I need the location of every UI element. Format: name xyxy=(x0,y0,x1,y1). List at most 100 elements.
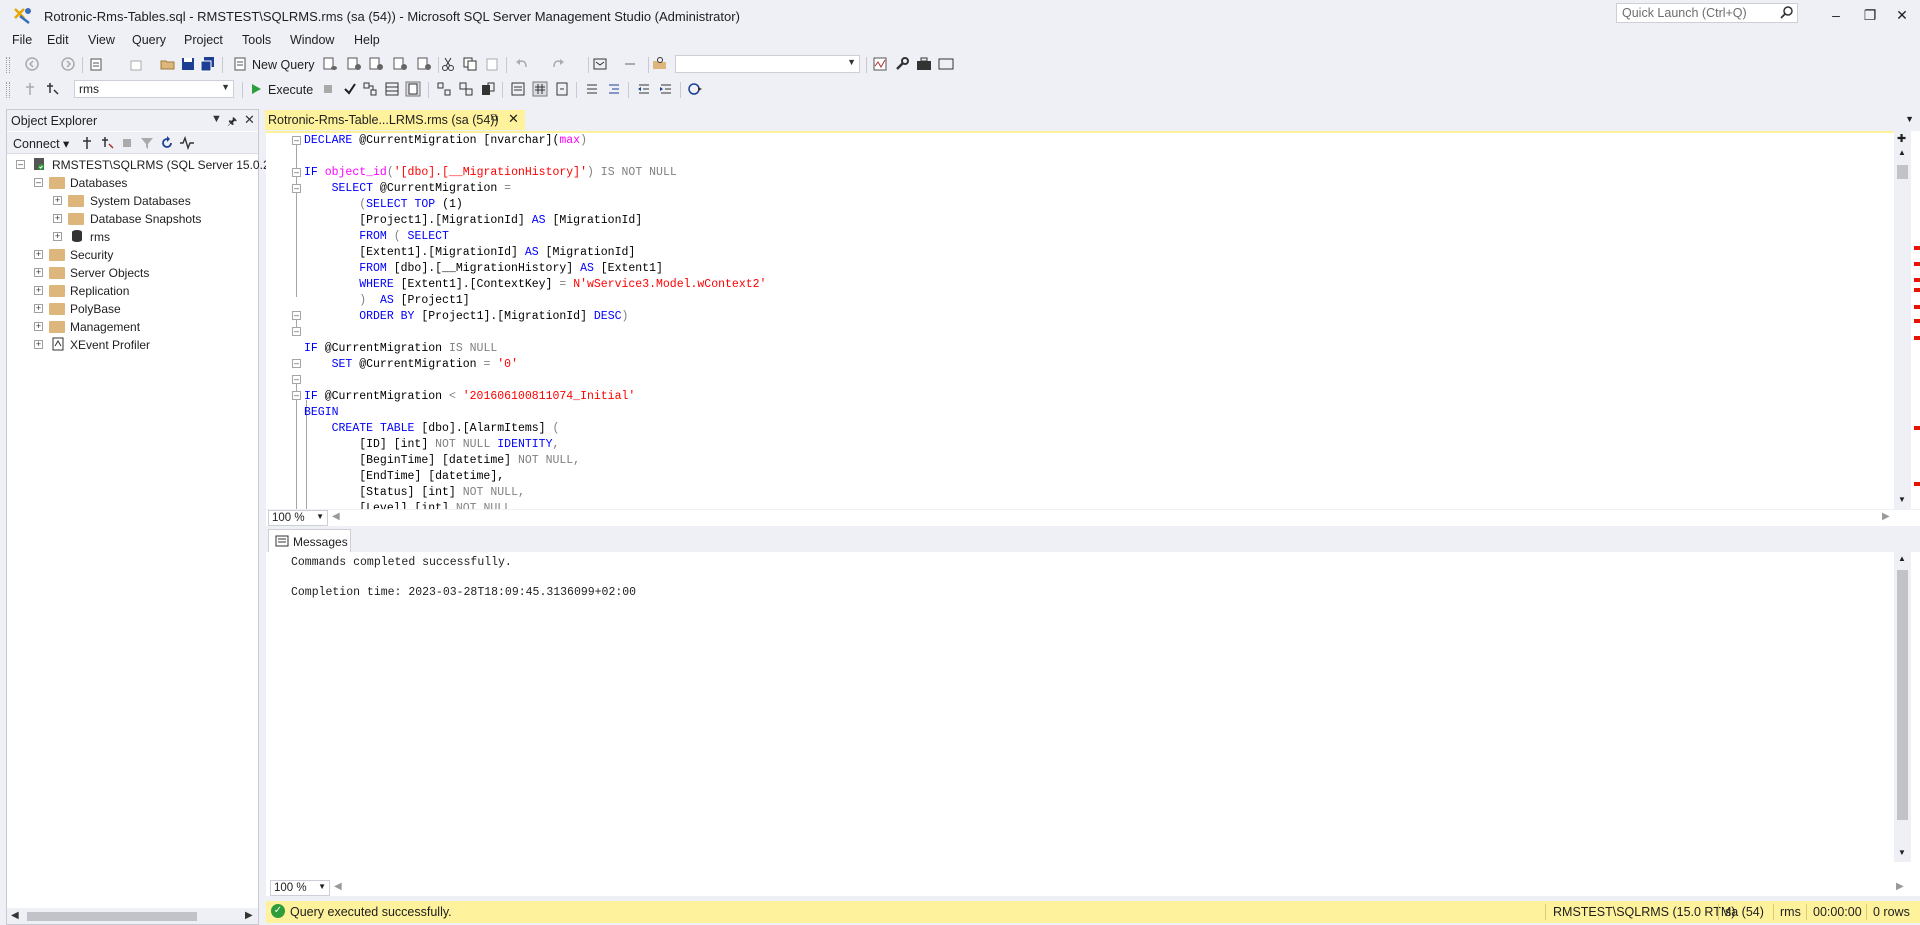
error-marker[interactable] xyxy=(1914,262,1920,266)
copy-icon[interactable] xyxy=(462,56,478,72)
database-engine-query-icon[interactable] xyxy=(322,56,338,72)
redo-icon[interactable] xyxy=(550,56,566,72)
results-to-grid-icon[interactable] xyxy=(532,81,548,97)
tab-messages[interactable]: Messages xyxy=(268,529,351,552)
undo-icon[interactable] xyxy=(514,56,530,72)
collapse-region-icon[interactable]: – xyxy=(292,168,301,177)
add-item-icon[interactable] xyxy=(128,56,144,72)
change-connection-icon[interactable] xyxy=(44,81,60,97)
expand-icon[interactable]: + xyxy=(53,196,62,205)
panel-menu-chevron-icon[interactable]: ▼ xyxy=(211,113,222,125)
disconnect-icon[interactable] xyxy=(99,135,115,151)
collapse-icon[interactable]: – xyxy=(34,178,43,187)
xmla-query-icon[interactable] xyxy=(416,56,432,72)
expand-icon[interactable]: + xyxy=(34,322,43,331)
paste-icon[interactable] xyxy=(484,56,500,72)
error-marker[interactable] xyxy=(1914,288,1920,292)
collapse-region-icon[interactable]: – xyxy=(292,136,301,145)
available-databases-combo[interactable]: rms ▼ xyxy=(74,80,234,98)
display-estimated-plan-icon[interactable] xyxy=(362,81,378,97)
collapse-region-icon[interactable]: – xyxy=(292,311,301,320)
collapse-region-icon[interactable]: – xyxy=(292,359,301,368)
client-statistics-icon[interactable] xyxy=(480,81,496,97)
editor-vertical-scrollbar[interactable]: ✚ ▲ ▼ xyxy=(1894,131,1911,509)
expand-icon[interactable]: + xyxy=(34,250,43,259)
menu-tools[interactable]: Tools xyxy=(242,33,271,47)
close-window-button[interactable]: ✕ xyxy=(1888,4,1916,26)
parse-checkmark-icon[interactable] xyxy=(342,81,358,97)
error-marker[interactable] xyxy=(1914,246,1920,250)
window-layout-icon[interactable] xyxy=(938,56,954,72)
new-query-icon[interactable] xyxy=(232,56,248,72)
scroll-right-icon[interactable]: ▶ xyxy=(1896,881,1904,892)
restore-button[interactable]: ❐ xyxy=(1856,4,1884,26)
intellisense-icon[interactable] xyxy=(405,81,421,97)
toolbar-grip[interactable] xyxy=(6,82,10,98)
error-marker[interactable] xyxy=(1914,336,1920,340)
error-marker[interactable] xyxy=(1914,426,1920,430)
scroll-right-icon[interactable]: ▶ xyxy=(1882,511,1890,522)
menu-view[interactable]: View xyxy=(88,33,115,47)
save-icon[interactable] xyxy=(180,56,196,72)
pin-icon[interactable]: 🖈 xyxy=(227,113,237,132)
tree-node-xevent-profiler[interactable]: + XEvent Profiler xyxy=(7,336,258,354)
pin-icon[interactable]: ⧉ xyxy=(491,113,498,124)
scrollbar-thumb[interactable] xyxy=(27,912,197,921)
results-vertical-scrollbar[interactable]: ▲ ▼ xyxy=(1894,552,1911,862)
activity-monitor-icon[interactable] xyxy=(179,135,195,151)
collapse-region-icon[interactable]: – xyxy=(292,184,301,193)
execute-play-icon[interactable] xyxy=(248,81,264,97)
error-marker[interactable] xyxy=(1914,305,1920,309)
results-zoom-combo[interactable]: 100 % ▼ xyxy=(270,880,330,896)
object-explorer-horizontal-scrollbar[interactable]: ◀ ▶ xyxy=(7,908,258,924)
back-icon[interactable] xyxy=(24,56,40,72)
expand-icon[interactable]: + xyxy=(53,232,62,241)
expand-icon[interactable]: + xyxy=(34,268,43,277)
cut-icon[interactable] xyxy=(440,56,456,72)
include-actual-plan-icon[interactable] xyxy=(436,81,452,97)
dmx-query-icon[interactable] xyxy=(392,56,408,72)
tree-node-server-objects[interactable]: + Server Objects xyxy=(7,264,258,282)
connect-icon[interactable] xyxy=(22,81,38,97)
scroll-left-icon[interactable]: ◀ xyxy=(334,881,342,892)
tab-query-document[interactable]: Rotronic-Rms-Table...LRMS.rms (sa (54)) … xyxy=(265,110,525,130)
expand-icon[interactable]: + xyxy=(34,286,43,295)
menu-file[interactable]: File xyxy=(12,33,32,47)
split-icon[interactable]: ✚ xyxy=(1897,132,1906,145)
open-file-icon[interactable] xyxy=(160,56,176,72)
find-combo[interactable]: ▼ xyxy=(675,55,860,73)
menu-project[interactable]: Project xyxy=(184,33,223,47)
tree-node-replication[interactable]: + Replication xyxy=(7,282,258,300)
scroll-up-icon[interactable]: ▲ xyxy=(1898,554,1906,563)
scroll-right-icon[interactable]: ▶ xyxy=(245,910,253,921)
specify-template-values-icon[interactable] xyxy=(688,81,704,97)
activity-monitor-icon[interactable] xyxy=(872,56,888,72)
menu-edit[interactable]: Edit xyxy=(47,33,69,47)
decrease-indent-icon[interactable] xyxy=(636,81,652,97)
tree-node-database-snapshots[interactable]: + Database Snapshots xyxy=(7,210,258,228)
results-to-text-icon[interactable] xyxy=(510,81,526,97)
find-in-files-icon[interactable] xyxy=(652,56,668,72)
minimize-button[interactable]: – xyxy=(1822,4,1850,26)
tree-node-server[interactable]: – RMSTEST\SQLRMS (SQL Server 15.0.20 xyxy=(7,156,276,174)
scrollbar-thumb[interactable] xyxy=(1897,570,1908,820)
uncomment-icon[interactable] xyxy=(606,81,622,97)
analysis-query-icon[interactable] xyxy=(346,56,362,72)
collapse-region-icon[interactable]: – xyxy=(292,327,301,336)
collapse-region-icon[interactable]: – xyxy=(292,391,301,400)
increase-indent-icon[interactable] xyxy=(658,81,674,97)
error-marker[interactable] xyxy=(1914,319,1920,323)
stop-icon[interactable] xyxy=(119,135,135,151)
scrollbar-thumb[interactable] xyxy=(1897,165,1908,179)
error-marker[interactable] xyxy=(1914,278,1920,282)
quick-launch-input[interactable]: Quick Launch (Ctrl+Q) xyxy=(1616,3,1798,23)
query-editor[interactable]: – – – – – – – – DECLARE @CurrentMigratio… xyxy=(266,131,1894,509)
query-designer-icon[interactable] xyxy=(384,81,400,97)
comment-out-icon[interactable] xyxy=(584,81,600,97)
properties-wrench-icon[interactable] xyxy=(894,56,910,72)
save-all-icon[interactable] xyxy=(200,56,216,72)
toolbar-grip[interactable] xyxy=(6,57,10,73)
live-query-stats-icon[interactable] xyxy=(458,81,474,97)
scroll-up-icon[interactable]: ▲ xyxy=(1898,148,1906,157)
new-project-icon[interactable] xyxy=(88,56,104,72)
